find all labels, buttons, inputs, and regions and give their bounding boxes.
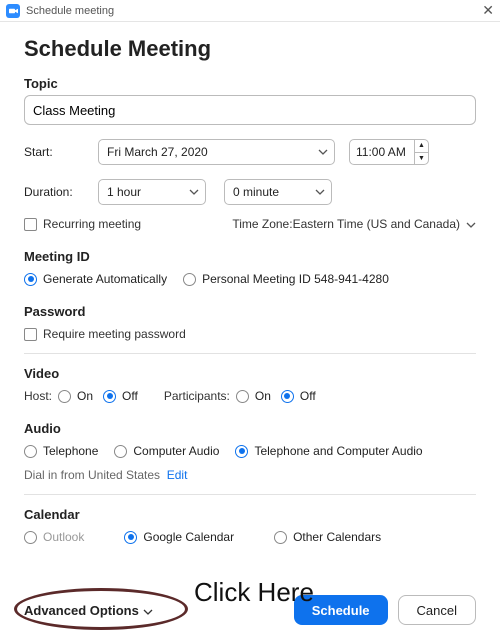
window-title: Schedule meeting — [26, 5, 114, 17]
radio-icon — [58, 390, 71, 403]
video-on: On — [255, 389, 271, 403]
calendar-outlook-label: Outlook — [43, 530, 84, 544]
time-stepper[interactable]: ▲ ▼ — [414, 140, 428, 164]
chevron-down-icon — [315, 189, 325, 195]
schedule-button[interactable]: Schedule — [294, 595, 388, 625]
timezone-value: Eastern Time (US and Canada) — [293, 217, 460, 231]
radio-icon — [281, 390, 294, 403]
start-date-select[interactable]: Fri March 27, 2020 — [98, 139, 335, 165]
video-host-off-radio[interactable]: Off — [103, 389, 138, 403]
video-host-on-radio[interactable]: On — [58, 389, 93, 403]
checkbox-icon — [24, 328, 37, 341]
audio-label: Audio — [24, 421, 476, 436]
password-label: Password — [24, 304, 476, 319]
radio-icon — [24, 531, 37, 544]
calendar-google-label: Google Calendar — [143, 530, 234, 544]
duration-hours-select[interactable]: 1 hour — [98, 179, 206, 205]
radio-icon — [124, 531, 137, 544]
video-participants-on-radio[interactable]: On — [236, 389, 271, 403]
audio-computer-radio[interactable]: Computer Audio — [114, 444, 219, 458]
stepper-up-icon[interactable]: ▲ — [415, 140, 428, 153]
calendar-label: Calendar — [24, 507, 476, 522]
audio-both-label: Telephone and Computer Audio — [254, 444, 422, 458]
content: Schedule Meeting Topic Start: Fri March … — [0, 22, 500, 544]
start-label: Start: — [24, 145, 98, 159]
dial-in-row: Dial in from United States Edit — [24, 468, 476, 482]
radio-icon — [183, 273, 196, 286]
calendar-google-radio[interactable]: Google Calendar — [124, 530, 234, 544]
video-on: On — [77, 389, 93, 403]
topic-label: Topic — [24, 76, 476, 91]
audio-telephone-radio[interactable]: Telephone — [24, 444, 98, 458]
advanced-options-label: Advanced Options — [24, 603, 139, 618]
meeting-id-personal-label: Personal Meeting ID 548-941-4280 — [202, 272, 389, 286]
recurring-checkbox[interactable]: Recurring meeting — [24, 217, 141, 231]
start-time-input[interactable]: 11:00 AM ▲ ▼ — [349, 139, 429, 165]
page-title: Schedule Meeting — [24, 36, 476, 62]
audio-telephone-label: Telephone — [43, 444, 98, 458]
audio-both-radio[interactable]: Telephone and Computer Audio — [235, 444, 422, 458]
dial-in-text: Dial in from United States — [24, 468, 160, 482]
advanced-options-toggle[interactable]: Advanced Options — [24, 603, 153, 618]
radio-icon — [274, 531, 287, 544]
footer-row: Advanced Options Schedule Cancel — [0, 580, 500, 640]
chevron-down-icon — [466, 217, 476, 231]
dial-in-edit-link[interactable]: Edit — [167, 468, 188, 482]
radio-icon — [24, 445, 37, 458]
video-off: Off — [122, 389, 138, 403]
timezone-prefix: Time Zone: — [232, 217, 292, 231]
radio-icon — [236, 390, 249, 403]
start-time-value: 11:00 AM — [356, 145, 406, 159]
video-host-label: Host: — [24, 389, 52, 403]
radio-icon — [235, 445, 248, 458]
video-participants-off-radio[interactable]: Off — [281, 389, 316, 403]
require-password-label: Require meeting password — [43, 327, 186, 341]
cancel-button[interactable]: Cancel — [398, 595, 476, 625]
meeting-id-generate-label: Generate Automatically — [43, 272, 167, 286]
radio-icon — [24, 273, 37, 286]
video-off: Off — [300, 389, 316, 403]
timezone-select[interactable]: Time Zone: Eastern Time (US and Canada) — [232, 217, 476, 231]
radio-icon — [114, 445, 127, 458]
duration-minutes-select[interactable]: 0 minute — [224, 179, 332, 205]
meeting-id-generate-radio[interactable]: Generate Automatically — [24, 272, 167, 286]
duration-label: Duration: — [24, 185, 98, 199]
require-password-checkbox[interactable]: Require meeting password — [24, 327, 476, 341]
audio-computer-label: Computer Audio — [133, 444, 219, 458]
stepper-down-icon[interactable]: ▼ — [415, 153, 428, 165]
meeting-id-personal-radio[interactable]: Personal Meeting ID 548-941-4280 — [183, 272, 389, 286]
chevron-down-icon — [143, 603, 153, 618]
app-icon — [6, 4, 20, 18]
video-label: Video — [24, 366, 476, 381]
chevron-down-icon — [189, 189, 199, 195]
meeting-id-label: Meeting ID — [24, 249, 476, 264]
calendar-outlook-radio[interactable]: Outlook — [24, 530, 84, 544]
radio-icon — [103, 390, 116, 403]
recurring-label: Recurring meeting — [43, 217, 141, 231]
topic-input[interactable] — [24, 95, 476, 125]
calendar-other-radio[interactable]: Other Calendars — [274, 530, 381, 544]
video-participants-label: Participants: — [164, 389, 230, 403]
duration-minutes-value: 0 minute — [233, 185, 279, 199]
close-icon[interactable]: ✕ — [482, 2, 494, 19]
duration-hours-value: 1 hour — [107, 185, 141, 199]
checkbox-icon — [24, 218, 37, 231]
chevron-down-icon — [318, 149, 328, 155]
calendar-other-label: Other Calendars — [293, 530, 381, 544]
titlebar: Schedule meeting ✕ — [0, 0, 500, 22]
start-date-value: Fri March 27, 2020 — [107, 145, 208, 159]
